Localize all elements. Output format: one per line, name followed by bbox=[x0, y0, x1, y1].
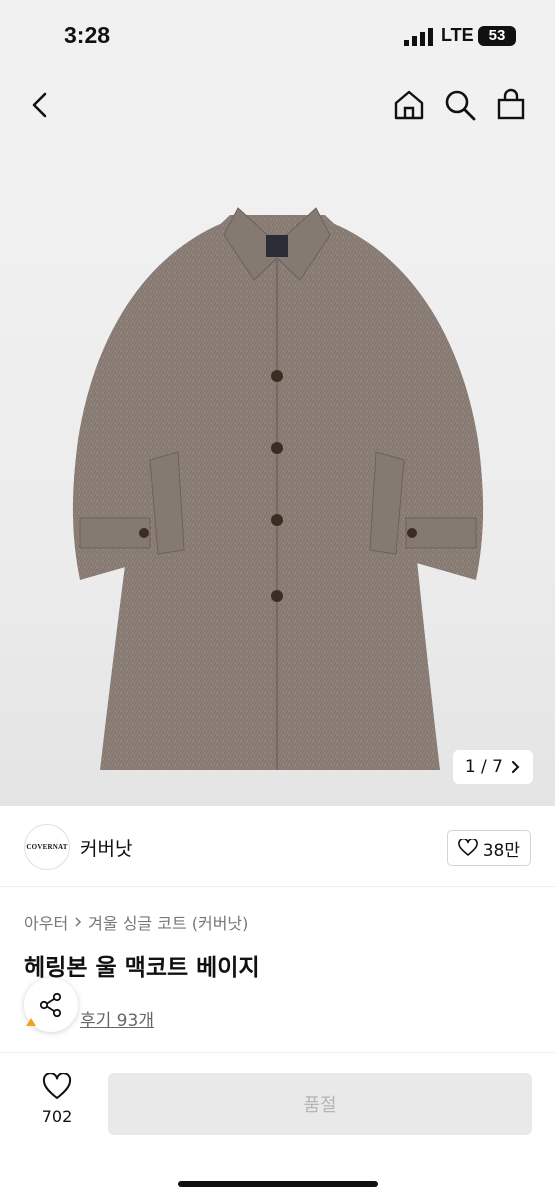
rating-star-icon bbox=[26, 1018, 36, 1026]
shopping-bag-icon[interactable] bbox=[492, 86, 530, 124]
search-icon[interactable] bbox=[441, 86, 479, 124]
image-counter-text: 1 / 7 bbox=[464, 757, 503, 777]
status-time: 3:28 bbox=[64, 22, 111, 48]
image-counter[interactable]: 1 / 7 bbox=[452, 750, 533, 784]
sold-out-label: 품절 bbox=[303, 1095, 337, 1116]
top-nav bbox=[0, 70, 555, 140]
brand-logo-text: COVERNAT bbox=[26, 843, 68, 851]
review-row: 후기 93개 bbox=[24, 978, 544, 1038]
breadcrumb-item[interactable]: 아우터 bbox=[24, 910, 68, 934]
heart-icon bbox=[457, 839, 478, 856]
battery-icon: 53 bbox=[478, 26, 516, 46]
heart-icon bbox=[42, 1072, 72, 1099]
sold-out-button[interactable]: 품절 bbox=[108, 1073, 532, 1135]
share-icon bbox=[39, 992, 62, 1018]
breadcrumb-item[interactable]: 겨울 싱글 코트 (커버낫) bbox=[88, 910, 248, 934]
wishlist-count: 702 bbox=[41, 1107, 73, 1126]
back-icon[interactable] bbox=[22, 86, 60, 124]
brand-logo[interactable]: COVERNAT bbox=[24, 824, 70, 870]
breadcrumb: 아우터 겨울 싱글 코트 (커버낫) bbox=[24, 910, 248, 934]
home-indicator bbox=[178, 1181, 378, 1187]
chevron-right-icon bbox=[75, 917, 82, 927]
review-link[interactable]: 후기 93개 bbox=[80, 1006, 154, 1031]
network-type: LTE bbox=[441, 25, 474, 45]
product-title: 헤링본 울 맥코트 베이지 bbox=[24, 955, 260, 981]
wishlist-button[interactable]: 702 bbox=[30, 1072, 84, 1126]
brand-name[interactable]: 커버낫 bbox=[80, 834, 132, 861]
bottom-action-bar: 702 품절 bbox=[0, 1052, 555, 1201]
home-icon[interactable] bbox=[390, 86, 428, 124]
brand-like-button[interactable]: 38만 bbox=[446, 830, 531, 866]
brand-row: COVERNAT 커버낫 38만 bbox=[0, 806, 555, 887]
brand-like-count: 38만 bbox=[482, 840, 520, 861]
product-image-gallery[interactable]: 1 / 7 bbox=[0, 140, 555, 806]
status-bar: 3:28 LTE 53 bbox=[0, 0, 555, 70]
signal-icon bbox=[404, 28, 433, 46]
chevron-right-icon bbox=[512, 761, 520, 773]
product-image bbox=[72, 207, 484, 770]
